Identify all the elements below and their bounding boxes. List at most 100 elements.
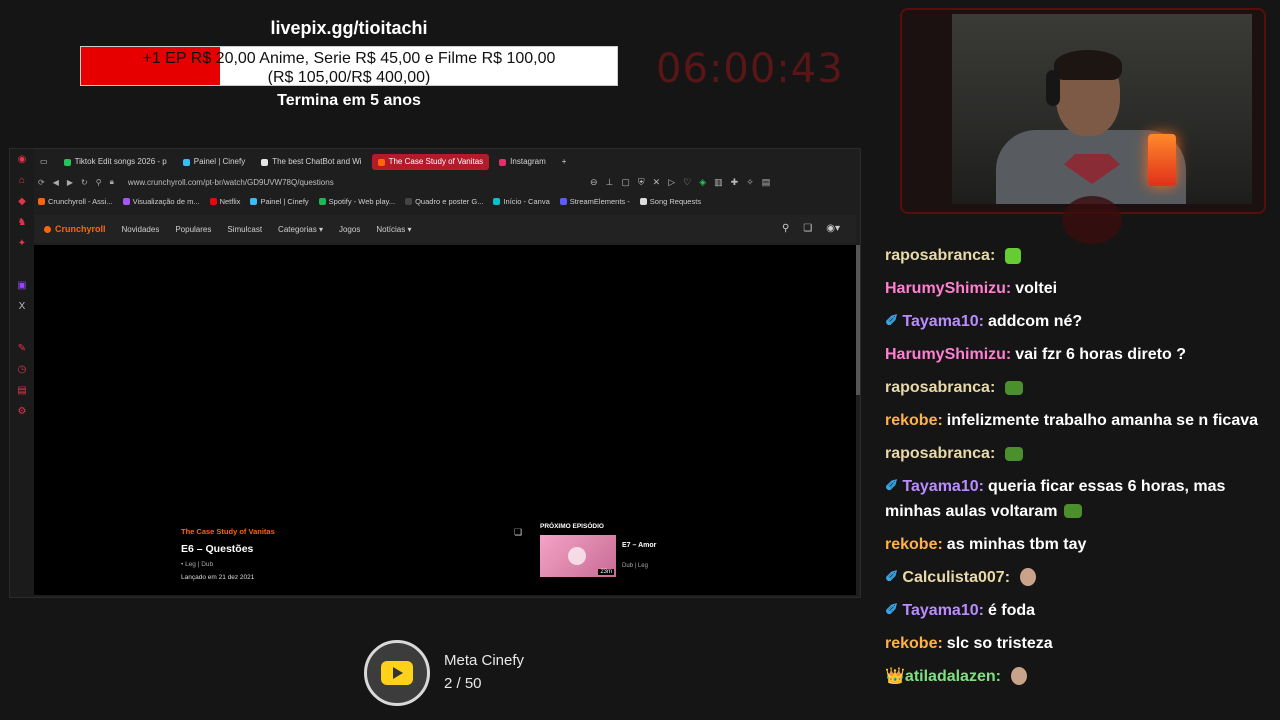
pin-icon[interactable]: ⊥	[606, 177, 614, 188]
sidebar-extension-icon[interactable]: ✦	[10, 233, 34, 254]
chat-message: raposabranca:	[885, 376, 1265, 401]
chat-username[interactable]: Tayama10:	[902, 602, 984, 619]
sidebar-pen-icon[interactable]: ✎	[10, 338, 34, 359]
chat-username[interactable]: atiladalazen:	[905, 668, 1001, 685]
nav-noticias[interactable]: Notícias ▾	[376, 225, 411, 234]
bookmark-item[interactable]: Crunchyroll - Assi...	[38, 197, 113, 206]
nav-simulcast[interactable]: Simulcast	[227, 225, 262, 234]
chat-username[interactable]: rekobe:	[885, 536, 943, 553]
forward-arrow-icon[interactable]: ▶	[67, 178, 73, 187]
tab-cinefy[interactable]: Painel | Cinefy	[177, 154, 251, 170]
back-arrow-icon[interactable]: ◀	[53, 178, 59, 187]
tab-search-icon[interactable]: ▭	[34, 154, 54, 170]
sword-badge-icon: ✐	[885, 313, 899, 330]
bookmark-item[interactable]: Quadro e poster G...	[405, 197, 483, 206]
bookmark-item[interactable]: Netflix	[209, 197, 240, 206]
sidebar-settings-icon[interactable]: ⚙	[10, 401, 34, 422]
tab-favicon-icon	[499, 158, 507, 166]
heart-icon[interactable]: ♡	[683, 177, 691, 188]
new-tab-plus-icon[interactable]: +	[556, 154, 573, 170]
goal-line-2: (R$ 105,00/R$ 400,00)	[267, 69, 431, 86]
goal-end-text: Termina em 5 anos	[277, 92, 421, 109]
sidebar-home-icon[interactable]: ⌂	[10, 170, 34, 191]
bookmark-item[interactable]: Painel | Cinefy	[250, 197, 309, 206]
bookmark-item[interactable]: Início - Canva	[493, 197, 550, 206]
chat-username[interactable]: raposabranca:	[885, 247, 995, 264]
chevron-down-icon: ▾	[318, 224, 323, 234]
snapshot-icon[interactable]: ▢	[621, 177, 630, 188]
bookmark-label: Song Requests	[649, 196, 702, 206]
tab-label: The best ChatBot and Wi	[272, 157, 362, 166]
nav-novidades[interactable]: Novidades	[122, 225, 160, 234]
chat-message: rekobe: slc so tristeza	[885, 632, 1265, 657]
next-episode-thumbnail[interactable]: 23m	[540, 535, 616, 577]
sidebar-aria-icon[interactable]: ◆	[10, 191, 34, 212]
bookmark-item[interactable]: Spotify - Web play...	[318, 197, 395, 206]
sidebar-x-icon[interactable]: X	[10, 296, 34, 317]
chat-username[interactable]: Tayama10:	[902, 313, 984, 330]
chat-username[interactable]: Tayama10:	[902, 478, 984, 495]
chat-username[interactable]: HarumyShimizu:	[885, 280, 1011, 297]
bookmark-icon[interactable]: ❏	[803, 223, 812, 234]
chat-username[interactable]: rekobe:	[885, 635, 943, 652]
scrollbar[interactable]	[856, 245, 860, 395]
goal-widget-count: 2 / 50	[444, 675, 482, 692]
sidebar-games-icon[interactable]: ♞	[10, 212, 34, 233]
menu-icon[interactable]: ▤	[762, 177, 771, 188]
opera-logo-icon[interactable]: ◉	[10, 149, 34, 170]
episode-series[interactable]: The Case Study of Vanitas	[181, 527, 275, 536]
browser-window: ◉ ⌂ ◆ ♞ ✦ ▣ X ✎ ◷ ▤ ⚙ ▭ Tiktok Edit song…	[9, 148, 861, 598]
nav-categorias[interactable]: Categorias ▾	[278, 225, 323, 234]
face-emote-icon	[1020, 568, 1037, 587]
tab-favicon-icon	[261, 158, 269, 166]
goal-widget-title: Meta Cinefy	[444, 652, 525, 669]
chat-message: HarumyShimizu: voltei	[885, 277, 1265, 302]
episode-title: E6 – Questões	[181, 543, 254, 555]
next-episode-title[interactable]: E7 – Amor	[622, 542, 656, 549]
ai-icon[interactable]: ✧	[746, 177, 754, 188]
pepe-emote-icon	[1005, 446, 1024, 461]
chat-username[interactable]: HarumyShimizu:	[885, 346, 1011, 363]
face-emote-icon	[1010, 667, 1027, 686]
sidebar-twitch-icon[interactable]: ▣	[10, 275, 34, 296]
sidebar-clock-icon[interactable]: ◷	[10, 359, 34, 380]
search-icon[interactable]: ⚲	[782, 223, 789, 234]
lock-icon: 🔒︎	[109, 177, 114, 186]
sidebar-toggle-icon[interactable]: ⟳	[38, 178, 45, 187]
nav-populares[interactable]: Populares	[175, 225, 211, 234]
bookmark-label: Quadro e poster G...	[415, 196, 484, 206]
avatar[interactable]: ◉▾	[826, 223, 840, 234]
chat-text: infelizmente trabalho amanha se n ficava	[946, 412, 1259, 429]
donation-goal-bar: +1 EP R$ 20,00 Anime, Serie R$ 45,00 e F…	[80, 46, 618, 86]
tab-chatbot[interactable]: The best ChatBot and Wi	[255, 154, 367, 170]
chat-username[interactable]: raposabranca:	[885, 379, 995, 396]
tab-tiktok[interactable]: Tiktok Edit songs 2026 - p	[58, 154, 173, 170]
chat-message: ✐ Tayama10: queria ficar essas 6 horas, ma…	[885, 475, 1265, 524]
chat-username[interactable]: raposabranca:	[885, 445, 995, 462]
zoom-icon[interactable]: ⊖	[590, 177, 598, 188]
nav-jogos[interactable]: Jogos	[339, 225, 360, 234]
reload-icon[interactable]: ↻	[81, 178, 88, 187]
shield-icon[interactable]: ⛨	[638, 177, 645, 188]
video-player[interactable]: The Case Study of Vanitas E6 – Questões …	[34, 245, 856, 595]
bookmark-item[interactable]: Song Requests	[639, 196, 702, 206]
bookmark-item[interactable]: Visualização de m...	[122, 197, 200, 206]
bookmark-item[interactable]: StreamElements -	[559, 197, 630, 206]
vpn-icon[interactable]: ▥	[714, 177, 723, 188]
chat-username[interactable]: Calculista007:	[902, 569, 1010, 586]
play-icon[interactable]: ▷	[668, 177, 675, 188]
crunchyroll-logo[interactable]: Crunchyroll	[44, 224, 106, 234]
next-episode-heading: PRÓXIMO EPISÓDIO	[540, 523, 604, 530]
sidebar-spacer-2	[10, 317, 34, 338]
add-to-list-icon[interactable]: ❏	[514, 527, 522, 538]
tab-instagram[interactable]: Instagram	[493, 154, 552, 170]
chat-username[interactable]: rekobe:	[885, 412, 943, 429]
cinefy-logo-icon	[381, 661, 413, 685]
translate-icon[interactable]: ✕	[653, 177, 661, 188]
tab-crunchyroll-active[interactable]: The Case Study of Vanitas	[371, 154, 490, 170]
puzzle-icon[interactable]: ✚	[731, 177, 739, 188]
extension-icon[interactable]: ◈	[699, 177, 706, 188]
sidebar-box-icon[interactable]: ▤	[10, 380, 34, 401]
url-field[interactable]: www.crunchyroll.com/pt-br/watch/GD9UVW78…	[128, 178, 334, 187]
tune-icon[interactable]: ⚲	[96, 178, 102, 187]
